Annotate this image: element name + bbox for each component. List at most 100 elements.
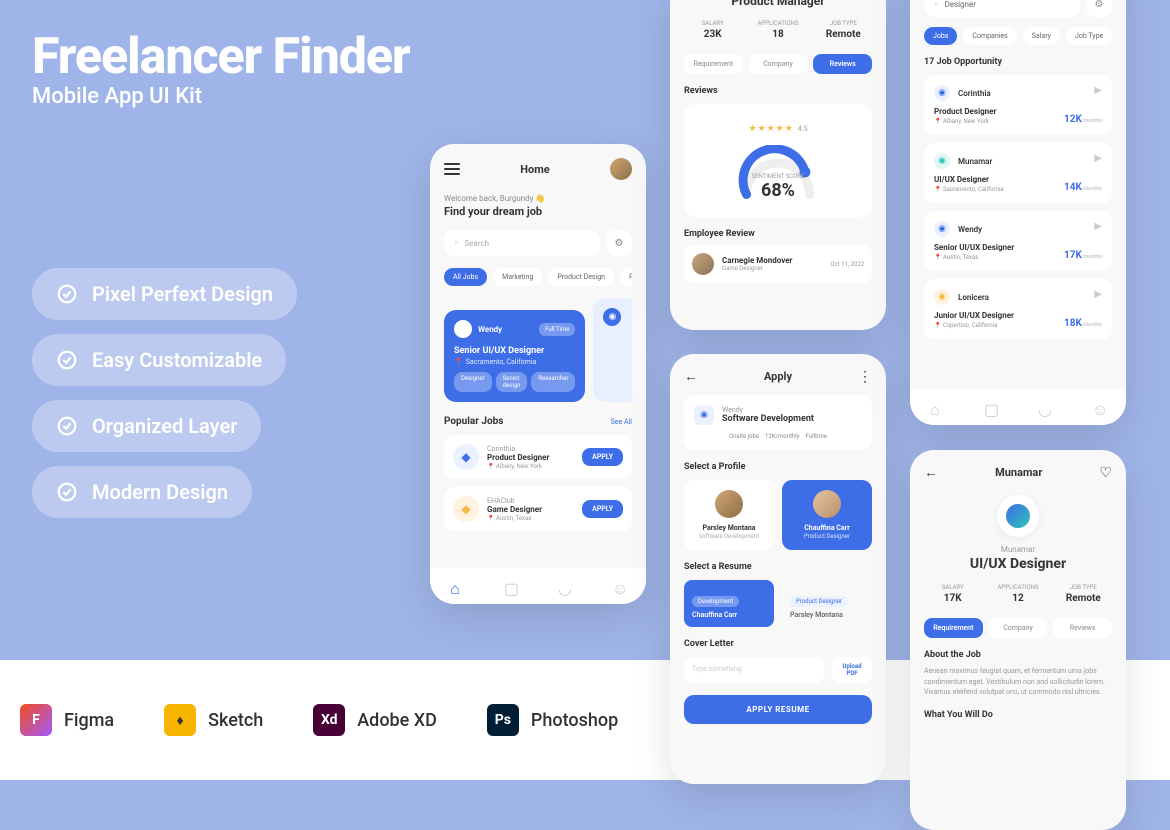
section-title: Reviews xyxy=(684,86,872,96)
chip-salary[interactable]: Salary xyxy=(1023,27,1060,45)
menu-icon[interactable] xyxy=(444,163,460,175)
about-body: Aenean maximus feugiat quam, et fermentu… xyxy=(924,666,1112,698)
popular-job-card[interactable]: ◆ EHAClubGame Designer📍 Austin, Texas AP… xyxy=(444,487,632,531)
sliders-icon: ⚙ xyxy=(615,238,624,249)
tab-requirement[interactable]: Requirement xyxy=(684,54,743,74)
hero-title: Freelancer Finder xyxy=(32,28,410,86)
phone-search: ←Search Job⋮ ⌕Designer ⚙ Jobs Companies … xyxy=(910,0,1126,425)
chip-jobs[interactable]: Jobs xyxy=(924,27,957,45)
featured-job-card[interactable]: ◉WendyFull Time Senior UI/UX Designer 📍S… xyxy=(444,310,585,402)
briefcase-icon[interactable]: ▢ xyxy=(984,400,998,414)
home-icon[interactable]: ⌂ xyxy=(450,579,464,593)
avatar xyxy=(715,490,743,518)
page-title: Apply xyxy=(764,370,792,383)
company-logo: ◉ xyxy=(694,405,714,425)
job-title: Senior UI/UX Designer xyxy=(454,346,575,356)
back-icon[interactable]: ← xyxy=(924,464,938,481)
filter-button[interactable]: ⚙ xyxy=(1086,0,1112,17)
job-card[interactable]: ◉Corinthia▶Product Designer📍 Albany, New… xyxy=(924,75,1112,135)
more-icon[interactable]: ⋮ xyxy=(858,369,872,385)
bookmark-icon[interactable]: ▶ xyxy=(1094,153,1102,164)
bookmark-icon[interactable]: ◡ xyxy=(558,579,572,593)
tab-company[interactable]: Company xyxy=(989,618,1048,638)
feature-pill: Modern Design xyxy=(32,466,252,518)
search-input[interactable]: ⌕Search xyxy=(444,230,600,256)
phone-job-detail: ←Munamar♡ Munamar UI/UX Designer SALARY1… xyxy=(910,450,1126,830)
see-all-link[interactable]: See All xyxy=(611,418,632,426)
chip-job-type[interactable]: Job Type xyxy=(1066,27,1112,45)
phone-home: Home Welcome back, Burgundy 👋 Find your … xyxy=(430,144,646,604)
section-title: Select a Profile xyxy=(684,462,872,472)
feature-pill: Pixel Perfext Design xyxy=(32,268,297,320)
chip-marketing[interactable]: Marketing xyxy=(493,268,542,286)
xd-icon: Xd xyxy=(313,704,345,736)
bookmark-icon[interactable]: ▶ xyxy=(1094,289,1102,300)
home-icon[interactable]: ⌂ xyxy=(930,400,944,414)
chip-prog[interactable]: Prog xyxy=(620,268,632,286)
job-card[interactable]: ◉Lonicera▶Junior UI/UX Designer📍 Cuperti… xyxy=(924,279,1112,339)
filter-button[interactable]: ⚙ xyxy=(606,230,632,256)
bookmark-icon[interactable]: ♡ xyxy=(1099,465,1112,481)
job-title: Product Manager xyxy=(684,0,872,8)
resume-option[interactable]: DevelopmentChauffina Carr xyxy=(684,580,774,627)
tab-reviews[interactable]: Reviews xyxy=(1053,618,1112,638)
section-title: Popular Jobs xyxy=(444,416,503,427)
search-icon: ⌕ xyxy=(934,0,938,9)
profile-option[interactable]: Parsley MontanaSoftware Development xyxy=(684,480,774,550)
apply-button[interactable]: APPLY xyxy=(582,448,623,466)
photoshop-icon: Ps xyxy=(487,704,519,736)
bookmark-icon[interactable]: ▶ xyxy=(1094,85,1102,96)
chip-companies[interactable]: Companies xyxy=(963,27,1016,45)
badge: Full Time xyxy=(539,323,575,336)
resume-option[interactable]: Product DesignerParsley Montana xyxy=(782,580,872,627)
company-logo xyxy=(997,495,1039,537)
job-card[interactable]: ◉Wendy▶Senior UI/UX Designer📍 Austin, Te… xyxy=(924,211,1112,271)
user-icon[interactable]: ☺ xyxy=(612,579,626,593)
company-logo: ◆ xyxy=(453,496,479,522)
avatar xyxy=(692,253,714,275)
search-input[interactable]: ⌕Designer xyxy=(924,0,1080,17)
chip-product-design[interactable]: Product Design xyxy=(548,268,614,286)
employee-review-card[interactable]: Carnegie MondoverGame Designer Oct 11, 2… xyxy=(684,245,872,283)
figma-icon: F xyxy=(20,704,52,736)
pin-icon: 📍 xyxy=(454,358,463,366)
user-icon[interactable]: ☺ xyxy=(1092,400,1106,414)
section-title: What You Will Do xyxy=(924,710,1112,720)
section-title: About the Job xyxy=(924,650,1112,660)
job-title: UI/UX Designer xyxy=(924,556,1112,572)
hero-subtitle: Mobile App UI Kit xyxy=(32,84,202,109)
pin-icon: 📍 xyxy=(487,463,494,470)
result-count: 17 Job Opportunity xyxy=(924,57,1112,67)
tab-company[interactable]: Company xyxy=(749,54,808,74)
tab-reviews[interactable]: Reviews xyxy=(813,54,872,74)
sketch-icon: ♦ xyxy=(164,704,196,736)
section-title: Select a Resume xyxy=(684,562,872,572)
avatar[interactable] xyxy=(610,158,632,180)
featured-job-card-peek[interactable]: ◉ xyxy=(593,298,632,402)
popular-job-card[interactable]: ◆ CorinthiaProduct Designer📍 Albany, New… xyxy=(444,435,632,479)
sliders-icon: ⚙ xyxy=(1095,0,1104,10)
hero-subtitle: Find your dream job xyxy=(444,205,632,218)
back-icon[interactable]: ← xyxy=(684,368,698,385)
bookmark-icon[interactable]: ◡ xyxy=(1038,400,1052,414)
sentiment-card: ★★★★★4.5 SENTIMENT SCORE68% xyxy=(684,104,872,217)
bottom-nav: ⌂ ▢ ◡ ☺ xyxy=(910,389,1126,425)
job-card[interactable]: ◉Munamar▶UI/UX Designer📍 Sacramento, Cal… xyxy=(924,143,1112,203)
briefcase-icon[interactable]: ▢ xyxy=(504,579,518,593)
upload-button[interactable]: Upload PDF xyxy=(832,657,872,683)
chip-all-jobs[interactable]: All Jobs xyxy=(444,268,487,286)
company-name: Munamar xyxy=(924,545,1112,554)
bookmark-icon[interactable]: ▶ xyxy=(1094,221,1102,232)
section-title: Cover Letter xyxy=(684,639,872,649)
feature-pill: Organized Layer xyxy=(32,400,261,452)
tab-requirement[interactable]: Requirement xyxy=(924,618,983,638)
cover-letter-input[interactable]: Type something xyxy=(684,657,824,683)
apply-resume-button[interactable]: APPLY RESUME xyxy=(684,695,872,724)
search-icon: ⌕ xyxy=(454,238,458,248)
page-title: Munamar xyxy=(995,466,1042,479)
profile-option[interactable]: Chauffina CarrProduct Designer xyxy=(782,480,872,550)
company-logo: ◆ xyxy=(453,444,479,470)
apply-button[interactable]: APPLY xyxy=(582,500,623,518)
avatar xyxy=(813,490,841,518)
phone-reviews: Product Manager SALARY23K APPLICATIONS18… xyxy=(670,0,886,330)
